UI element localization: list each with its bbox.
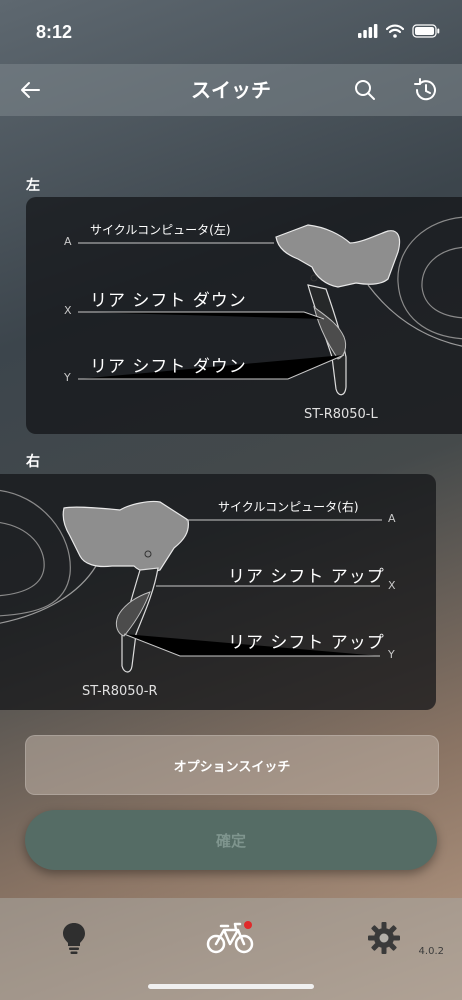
- tab-lightbulb[interactable]: [44, 914, 104, 962]
- status-icons: [358, 24, 440, 38]
- tab-settings[interactable]: [354, 914, 414, 962]
- left-axis-x: X: [64, 304, 72, 317]
- notification-dot: [244, 921, 252, 929]
- left-axis-a: A: [64, 235, 72, 248]
- left-y-function-label[interactable]: リア シフト ダウン: [90, 352, 247, 377]
- right-x-function-label[interactable]: リア シフト アップ: [228, 562, 385, 587]
- status-time: 8:12: [36, 22, 73, 42]
- left-axis-y: Y: [64, 371, 71, 384]
- right-axis-y: Y: [388, 648, 395, 661]
- bike-icon: [206, 921, 254, 954]
- signal-icon: [358, 24, 378, 38]
- right-axis-x: X: [388, 579, 396, 592]
- app-version: 4.0.2: [418, 946, 444, 957]
- left-x-function-label[interactable]: リア シフト ダウン: [90, 286, 247, 311]
- option-switch-button[interactable]: オプションスイッチ: [25, 735, 439, 795]
- search-icon: [355, 80, 375, 100]
- history-button[interactable]: [408, 74, 444, 106]
- right-lever-panel: A X Y サイクルコンピュータ(右) リア シフト アップ リア シフト アッ…: [0, 474, 436, 710]
- right-section-label: 右: [26, 454, 40, 470]
- left-section-label: 左: [26, 178, 40, 194]
- gear-icon: [368, 922, 400, 954]
- left-lever-panel: A X Y サイクルコンピュータ(左) リア シフト ダウン リア シフト ダウ…: [26, 197, 462, 434]
- nav-bar: スイッチ: [0, 64, 462, 116]
- status-bar: 8:12: [0, 0, 462, 64]
- left-a-function-label[interactable]: サイクルコンピュータ(左): [90, 221, 231, 238]
- left-model-name: ST-R8050-L: [304, 407, 378, 422]
- tab-bike[interactable]: [200, 914, 260, 962]
- home-indicator[interactable]: [148, 984, 314, 989]
- lightbulb-icon: [63, 923, 85, 954]
- search-button[interactable]: [347, 74, 383, 106]
- history-icon: [414, 78, 436, 101]
- battery-icon: [412, 24, 440, 38]
- confirm-button[interactable]: 確定: [25, 810, 437, 870]
- right-axis-a: A: [388, 512, 396, 525]
- wifi-icon: [386, 24, 404, 38]
- page-title: スイッチ: [191, 78, 271, 102]
- right-model-name: ST-R8050-R: [82, 684, 158, 699]
- right-y-function-label[interactable]: リア シフト アップ: [228, 628, 385, 653]
- right-a-function-label[interactable]: サイクルコンピュータ(右): [218, 498, 359, 515]
